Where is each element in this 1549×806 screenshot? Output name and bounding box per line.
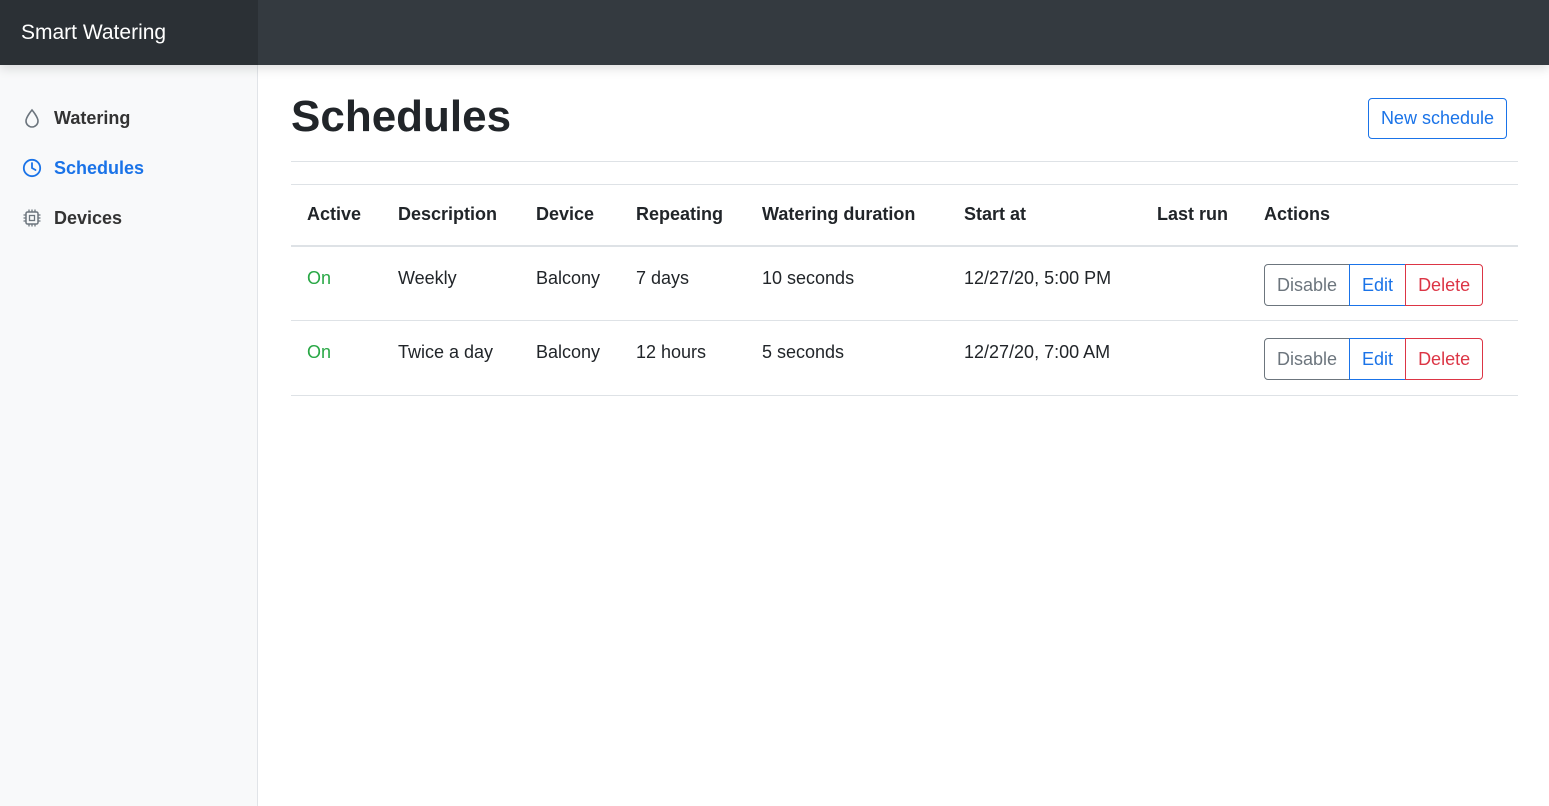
- row-actions: Disable Edit Delete: [1264, 263, 1484, 306]
- main-content: Schedules New schedule Active Descriptio…: [291, 65, 1518, 396]
- column-header-start-at: Start at: [948, 184, 1141, 247]
- column-header-watering-duration: Watering duration: [746, 184, 948, 247]
- actions-cell: Disable Edit Delete: [1248, 245, 1518, 321]
- active-status: On: [291, 320, 382, 396]
- sidebar-item-label: Schedules: [54, 157, 145, 178]
- edit-button[interactable]: Edit: [1349, 263, 1407, 306]
- actions-cell: Disable Edit Delete: [1248, 320, 1518, 396]
- repeating-cell: 12 hours: [620, 320, 746, 396]
- droplet-icon: [21, 107, 43, 129]
- sidebar-item-label: Devices: [54, 207, 123, 228]
- last-run-cell: [1141, 245, 1248, 321]
- row-actions: Disable Edit Delete: [1264, 338, 1484, 380]
- table-row: On Weekly Balcony 7 days 10 seconds 12/2…: [291, 245, 1518, 321]
- column-header-repeating: Repeating: [620, 184, 746, 247]
- description-cell: Weekly: [382, 245, 520, 321]
- device-cell: Balcony: [520, 320, 620, 396]
- edit-button[interactable]: Edit: [1349, 338, 1407, 380]
- column-header-description: Description: [382, 184, 520, 247]
- sidebar-item-devices[interactable]: Devices: [0, 193, 257, 243]
- sidebar-item-label: Watering: [54, 107, 131, 128]
- device-cell: Balcony: [520, 245, 620, 321]
- page-title: Schedules: [291, 92, 512, 141]
- column-header-active: Active: [291, 184, 382, 247]
- page-header: Schedules New schedule: [291, 65, 1518, 162]
- last-run-cell: [1141, 320, 1248, 396]
- delete-button[interactable]: Delete: [1405, 338, 1484, 380]
- table-header-row: Active Description Device Repeating Wate…: [291, 184, 1518, 247]
- clock-icon: [21, 157, 43, 179]
- duration-cell: 5 seconds: [746, 320, 948, 396]
- new-schedule-button[interactable]: New schedule: [1367, 98, 1507, 139]
- active-status: On: [291, 245, 382, 321]
- column-header-last-run: Last run: [1141, 184, 1248, 247]
- cpu-icon: [21, 207, 43, 229]
- table-row: On Twice a day Balcony 12 hours 5 second…: [291, 320, 1518, 396]
- start-at-cell: 12/27/20, 5:00 PM: [948, 245, 1141, 321]
- sidebar-item-schedules[interactable]: Schedules: [0, 143, 257, 193]
- delete-button[interactable]: Delete: [1405, 263, 1484, 306]
- column-header-actions: Actions: [1248, 184, 1518, 247]
- duration-cell: 10 seconds: [746, 245, 948, 321]
- top-navbar: Smart Watering: [0, 0, 1549, 65]
- app-brand[interactable]: Smart Watering: [0, 0, 258, 65]
- disable-button[interactable]: Disable: [1264, 338, 1351, 380]
- schedules-table: Active Description Device Repeating Wate…: [291, 184, 1518, 396]
- sidebar: Watering Schedules Devices: [0, 65, 258, 806]
- sidebar-item-watering[interactable]: Watering: [0, 93, 257, 143]
- repeating-cell: 7 days: [620, 245, 746, 321]
- disable-button[interactable]: Disable: [1264, 263, 1351, 306]
- start-at-cell: 12/27/20, 7:00 AM: [948, 320, 1141, 396]
- column-header-device: Device: [520, 184, 620, 247]
- description-cell: Twice a day: [382, 320, 520, 396]
